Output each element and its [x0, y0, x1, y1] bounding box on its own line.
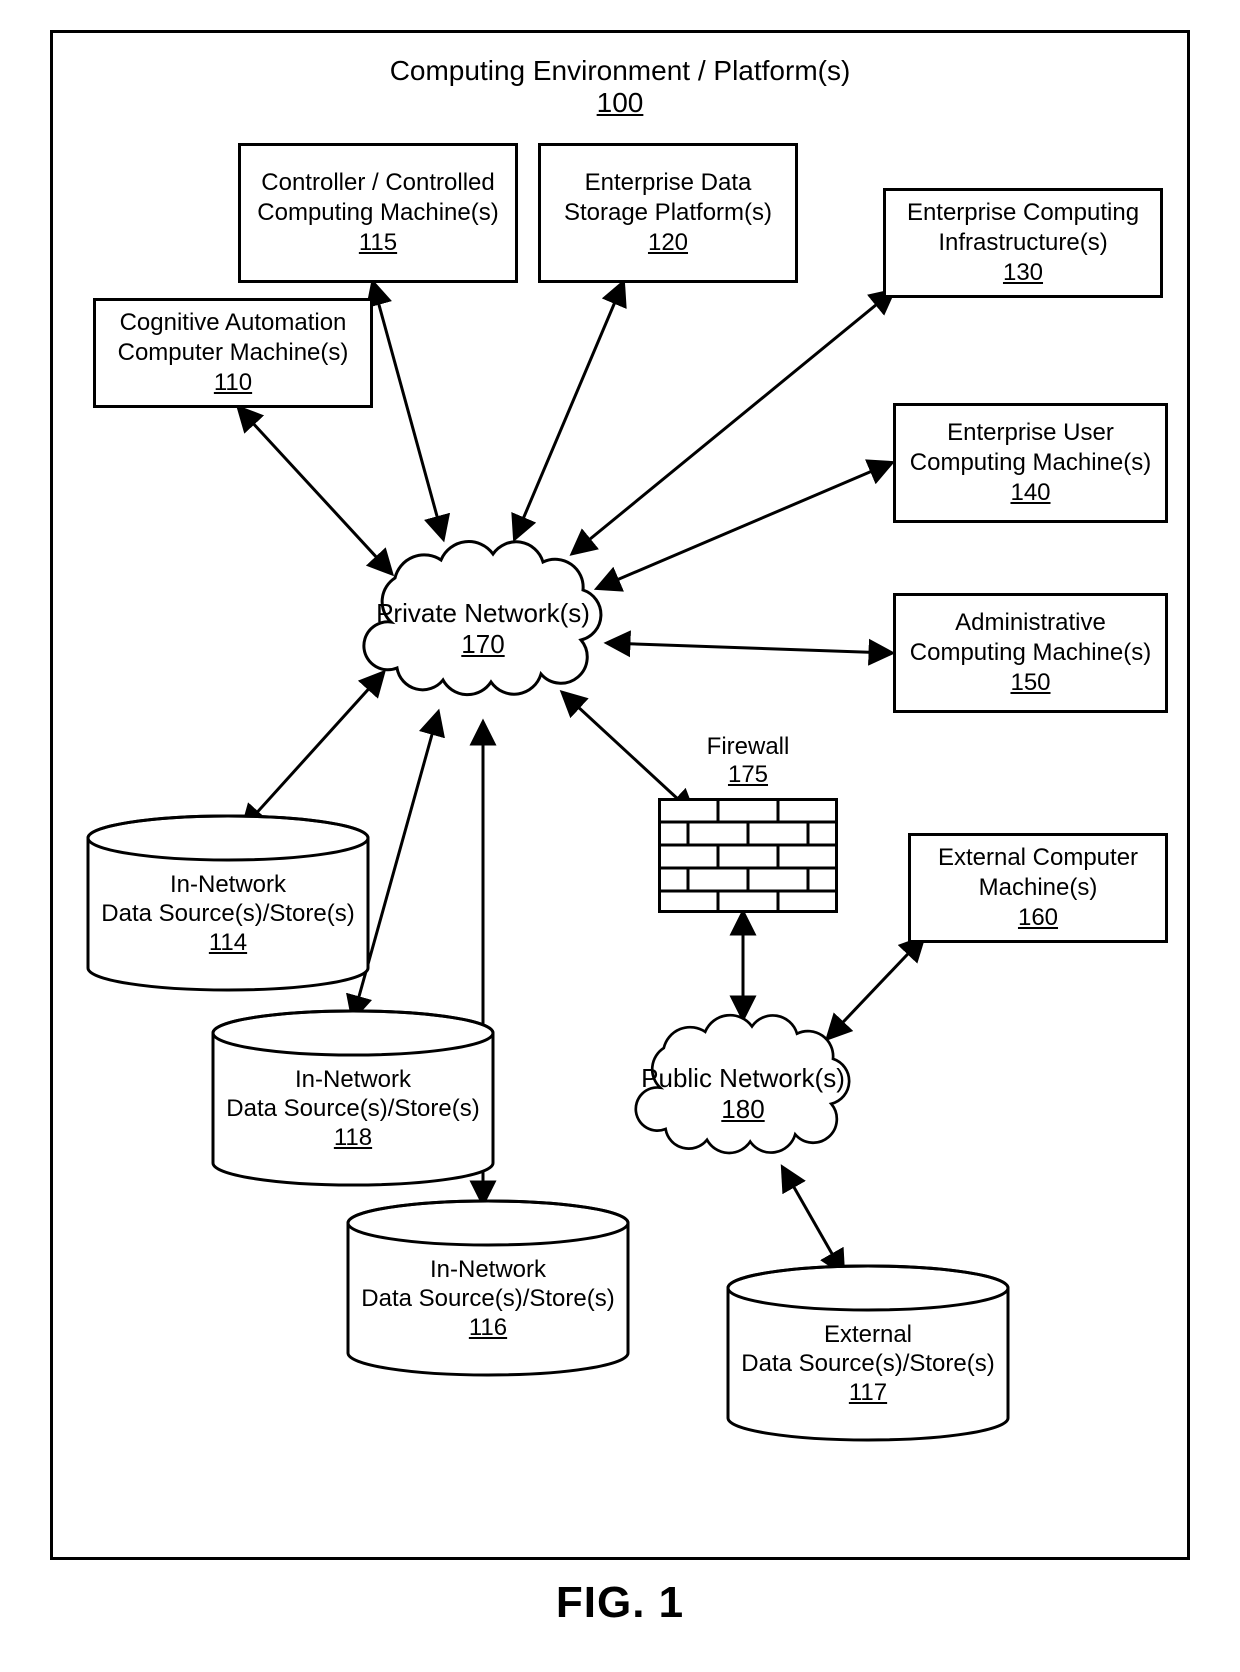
node-130: Enterprise Computing Infrastructure(s) 1… [883, 188, 1163, 298]
node-116-ref: 116 [469, 1314, 507, 1341]
node-116-cylinder: In-Network Data Source(s)/Store(s) 116 [343, 1198, 633, 1378]
node-120: Enterprise Data Storage Platform(s) 120 [538, 143, 798, 283]
arrow-180-117 [783, 1168, 843, 1273]
arrow-120-170 [515, 283, 623, 538]
node-120-ref: 120 [648, 228, 688, 258]
node-160: External Computer Machine(s) 160 [908, 833, 1168, 943]
node-115-l1: Controller / Controlled [261, 168, 494, 198]
firewall-icon [658, 798, 838, 913]
node-118-cylinder: In-Network Data Source(s)/Store(s) 118 [208, 1008, 498, 1188]
node-180-cloud: Public Network(s) 180 [623, 1003, 863, 1183]
node-130-ref: 130 [1003, 258, 1043, 288]
figure-label: FIG. 1 [0, 1578, 1240, 1628]
node-140: Enterprise User Computing Machine(s) 140 [893, 403, 1168, 523]
node-116-l2: Data Source(s)/Store(s) [361, 1285, 614, 1312]
node-117-cylinder: External Data Source(s)/Store(s) 117 [723, 1263, 1013, 1443]
node-115: Controller / Controlled Computing Machin… [238, 143, 518, 283]
node-110-l2: Computer Machine(s) [118, 338, 349, 368]
node-170-ref: 170 [461, 629, 504, 659]
node-150-l2: Computing Machine(s) [910, 638, 1151, 668]
node-110-ref: 110 [214, 368, 252, 398]
node-116-l1: In-Network [430, 1256, 546, 1283]
diagram-frame: Computing Environment / Platform(s) 100 [50, 30, 1190, 1560]
node-150: Administrative Computing Machine(s) 150 [893, 593, 1168, 713]
node-110: Cognitive Automation Computer Machine(s)… [93, 298, 373, 408]
node-115-l2: Computing Machine(s) [257, 198, 498, 228]
arrow-140-170 [598, 463, 891, 588]
node-114-cylinder: In-Network Data Source(s)/Store(s) 114 [83, 813, 373, 993]
arrow-115-170 [373, 283, 443, 538]
arrow-150-170 [608, 643, 891, 653]
node-140-ref: 140 [1010, 478, 1050, 508]
node-117-l2: Data Source(s)/Store(s) [741, 1350, 994, 1377]
node-130-l1: Enterprise Computing [907, 198, 1139, 228]
node-114-l1: In-Network [170, 871, 286, 898]
node-120-l2: Storage Platform(s) [564, 198, 772, 228]
node-117-ref: 117 [849, 1379, 887, 1406]
node-130-l2: Infrastructure(s) [938, 228, 1107, 258]
node-140-l2: Computing Machine(s) [910, 448, 1151, 478]
node-160-l1: External Computer [938, 843, 1138, 873]
node-160-l2: Machine(s) [979, 873, 1098, 903]
node-118-ref: 118 [334, 1124, 372, 1151]
node-140-l1: Enterprise User [947, 418, 1114, 448]
node-180-l1: Public Network(s) [641, 1063, 845, 1093]
node-175-ref: 175 [728, 761, 768, 788]
node-118-l2: Data Source(s)/Store(s) [226, 1095, 479, 1122]
node-170-l1: Private Network(s) [376, 598, 590, 628]
node-180-ref: 180 [721, 1094, 764, 1124]
node-114-l2: Data Source(s)/Store(s) [101, 900, 354, 927]
node-117-l1: External [824, 1321, 912, 1348]
node-110-l1: Cognitive Automation [120, 308, 347, 338]
node-114-ref: 114 [209, 929, 247, 956]
node-160-ref: 160 [1018, 903, 1058, 933]
node-118-l1: In-Network [295, 1066, 411, 1093]
node-150-l1: Administrative [955, 608, 1106, 638]
node-115-ref: 115 [359, 228, 397, 258]
node-175-firewall: Firewall 175 [638, 733, 858, 923]
node-120-l1: Enterprise Data [585, 168, 752, 198]
arrow-130-170 [573, 291, 893, 553]
node-175-l1: Firewall [707, 733, 790, 760]
node-170-cloud: Private Network(s) 170 [353, 528, 613, 728]
node-150-ref: 150 [1010, 668, 1050, 698]
page: Computing Environment / Platform(s) 100 [0, 0, 1240, 1672]
